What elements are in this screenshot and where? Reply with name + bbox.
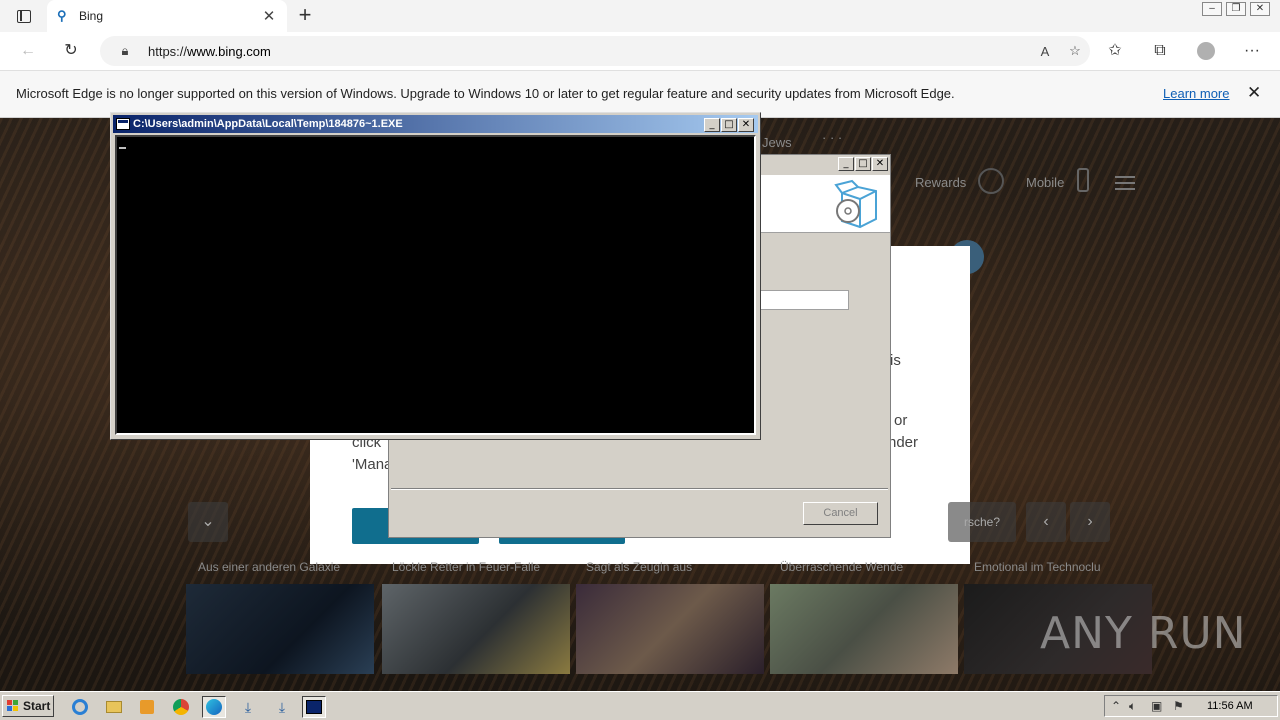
- installer-box-icon: [834, 179, 877, 229]
- news-image-3[interactable]: [576, 584, 764, 674]
- tab-title: Bing: [79, 9, 104, 23]
- start-label: Start: [23, 699, 51, 713]
- setup-minimize-button[interactable]: _: [838, 157, 854, 171]
- console-title: C:\Users\admin\AppData\Local\Temp\184876…: [133, 118, 403, 130]
- news-title-2[interactable]: Löckle Retter in Feuer-Falle: [392, 560, 540, 574]
- console-taskbar-icon[interactable]: [302, 696, 326, 718]
- bing-nav-news[interactable]: Jews: [762, 135, 792, 150]
- setup-separator: [391, 488, 888, 490]
- network-icon[interactable]: ▣: [1151, 699, 1162, 713]
- bing-mobile[interactable]: Mobile: [1026, 175, 1064, 190]
- news-next-icon[interactable]: ›: [1070, 502, 1110, 542]
- consent-text-nder: nder: [888, 434, 919, 451]
- console-output[interactable]: [115, 135, 756, 435]
- news-search-partial[interactable]: rsche?: [948, 502, 1016, 542]
- mobile-icon: [1077, 168, 1089, 192]
- windows-flag-icon: [7, 700, 19, 712]
- minimize-button[interactable]: –: [1202, 2, 1222, 16]
- news-title-3[interactable]: Sagt als Zeugin aus: [586, 560, 692, 574]
- browser-toolbar: ← ↻ 🔒︎ https://www.bing.com A ☆ ✩ ⧉ ···: [0, 32, 1280, 70]
- tab-actions-button[interactable]: [8, 4, 40, 28]
- console-close-button[interactable]: ✕: [738, 118, 754, 132]
- profile-avatar-icon[interactable]: [1195, 40, 1217, 62]
- console-maximize-button[interactable]: □: [721, 118, 737, 132]
- action-center-flag-icon[interactable]: ⚑: [1173, 699, 1184, 713]
- media-player-icon[interactable]: [135, 696, 159, 718]
- new-tab-button[interactable]: +: [292, 4, 318, 28]
- hamburger-menu-icon[interactable]: [1115, 176, 1135, 190]
- internet-explorer-icon[interactable]: [68, 696, 92, 718]
- add-favorite-icon[interactable]: ☆: [1060, 43, 1090, 59]
- address-bar[interactable]: 🔒︎ https://www.bing.com A ☆: [100, 36, 1090, 66]
- url-text: https://www.bing.com: [148, 44, 1030, 59]
- url-prefix: https://: [148, 43, 188, 59]
- restore-button[interactable]: ❐: [1226, 2, 1246, 16]
- tray-expand-icon[interactable]: ⌃: [1111, 699, 1121, 713]
- close-window-button[interactable]: ✕: [1250, 2, 1270, 16]
- console-minimize-button[interactable]: _: [704, 118, 720, 132]
- setup-cancel-button[interactable]: Cancel: [803, 502, 878, 525]
- url-host: www.bing.com: [187, 43, 271, 59]
- refresh-icon[interactable]: ↻: [60, 40, 82, 62]
- lock-icon: 🔒︎: [121, 43, 129, 58]
- search-icon: ⚲: [57, 8, 67, 23]
- news-title-4[interactable]: Überraschende Wende: [780, 560, 903, 574]
- consent-text-or: or: [894, 412, 908, 429]
- bing-nav-more[interactable]: · · ·: [822, 130, 842, 145]
- taskbar: Start ⤓ ⤓ ⌃ 🔈︎ ▣ ⚑ 11:56 AM: [0, 691, 1280, 720]
- unsupported-windows-infobar: Microsoft Edge is no longer supported on…: [0, 70, 1280, 118]
- console-system-icon[interactable]: [116, 118, 130, 130]
- learn-more-link[interactable]: Learn more: [1163, 86, 1229, 101]
- console-window: C:\Users\admin\AppData\Local\Temp\184876…: [110, 112, 761, 440]
- infobar-message: Microsoft Edge is no longer supported on…: [16, 86, 955, 101]
- download-icon-1[interactable]: ⤓: [236, 696, 260, 718]
- setup-window-controls: _ □ ✕: [838, 157, 888, 171]
- consent-text-is: is: [890, 352, 901, 369]
- infobar-close-icon[interactable]: ✕: [1247, 83, 1261, 103]
- volume-icon[interactable]: 🔈︎: [1129, 699, 1136, 714]
- more-options-icon[interactable]: ···: [1241, 40, 1263, 62]
- window-controls: – ❐ ✕: [1202, 2, 1270, 16]
- edge-taskbar-icon[interactable]: [202, 696, 226, 718]
- news-image-2[interactable]: [382, 584, 570, 674]
- collections-icon[interactable]: ⧉: [1149, 40, 1171, 62]
- setup-maximize-button[interactable]: □: [855, 157, 871, 171]
- browser-tab-bar: ⚲ Bing ✕ + – ❐ ✕: [0, 0, 1280, 32]
- news-image-1[interactable]: [186, 584, 374, 674]
- read-aloud-icon[interactable]: A: [1030, 44, 1060, 59]
- anyrun-watermark: ANY RUN: [1040, 608, 1247, 659]
- tab-actions-icon: [17, 9, 31, 23]
- rewards-icon: [978, 168, 1004, 194]
- screen: ⚲ Bing ✕ + – ❐ ✕ ← ↻ 🔒︎ https://www.bing…: [0, 0, 1280, 720]
- news-prev-icon[interactable]: ‹: [1026, 502, 1066, 542]
- start-button[interactable]: Start: [2, 695, 54, 717]
- bing-rewards[interactable]: Rewards: [915, 175, 966, 190]
- explorer-folder-icon[interactable]: [102, 696, 126, 718]
- system-tray: ⌃ 🔈︎ ▣ ⚑ 11:56 AM: [1104, 695, 1278, 717]
- back-icon[interactable]: ←: [17, 40, 39, 62]
- download-icon-2[interactable]: ⤓: [270, 696, 294, 718]
- favorites-icon[interactable]: ✩: [1104, 40, 1126, 62]
- news-image-4[interactable]: [770, 584, 958, 674]
- tab-bing[interactable]: ⚲ Bing ✕: [47, 0, 287, 32]
- clock[interactable]: 11:56 AM: [1207, 700, 1253, 712]
- news-title-5[interactable]: Emotional im Technoclu: [974, 560, 1101, 574]
- setup-close-button[interactable]: ✕: [872, 157, 888, 171]
- console-titlebar[interactable]: C:\Users\admin\AppData\Local\Temp\184876…: [113, 115, 758, 133]
- console-cursor: [119, 147, 126, 149]
- news-expand-icon[interactable]: ⌄: [188, 502, 228, 542]
- news-title-1[interactable]: Aus einer anderen Galaxie: [198, 560, 340, 574]
- consent-text-mana: 'Mana: [352, 456, 393, 473]
- console-window-controls: _ □ ✕: [704, 118, 754, 132]
- tab-close-icon[interactable]: ✕: [261, 7, 277, 25]
- chrome-icon[interactable]: [169, 696, 193, 718]
